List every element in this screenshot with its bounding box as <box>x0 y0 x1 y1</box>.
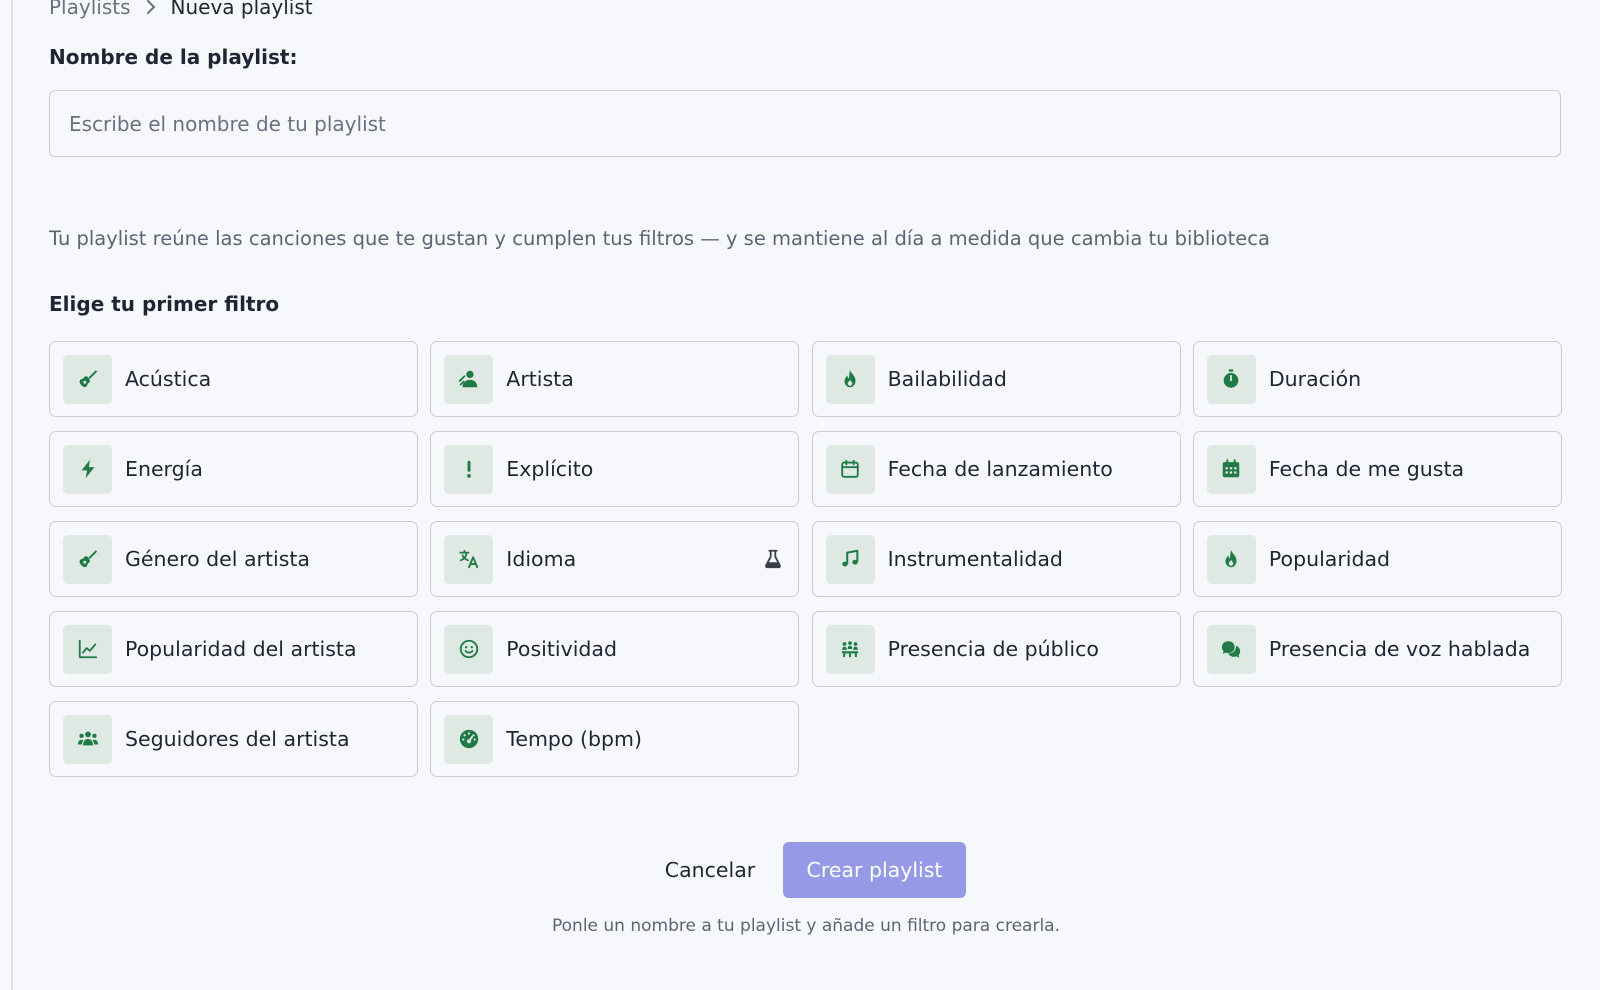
breadcrumb: Playlists Nueva playlist <box>49 0 313 21</box>
filter-option-label: Género del artista <box>125 547 310 571</box>
filter-option-bailabilidad[interactable]: Bailabilidad <box>811 341 1181 417</box>
chevron-right-icon <box>145 0 157 15</box>
stopwatch-icon <box>1206 354 1256 404</box>
filter-option-label: Popularidad <box>1268 547 1391 571</box>
filter-option-seguidores-del-artista[interactable]: Seguidores del artista <box>49 701 418 777</box>
cancel-button[interactable]: Cancelar <box>660 842 760 898</box>
guitar-icon <box>63 354 112 404</box>
speech-bubbles-icon <box>1206 624 1256 674</box>
artist-icon <box>444 354 494 404</box>
filter-option-explicito[interactable]: Explícito <box>430 431 800 507</box>
filter-option-label: Acústica <box>125 367 212 391</box>
breadcrumb-current-page: Nueva playlist <box>170 0 313 19</box>
filter-heading: Elige tu primer filtro <box>49 292 280 316</box>
filter-option-label: Artista <box>506 367 574 391</box>
filter-option-label: Instrumentalidad <box>887 547 1063 571</box>
form-actions: Cancelar Crear playlist <box>0 842 1600 898</box>
flask-icon <box>762 548 784 570</box>
filter-option-genero-del-artista[interactable]: Género del artista <box>49 521 418 597</box>
filter-option-idioma[interactable]: Idioma <box>430 521 800 597</box>
filter-option-artista[interactable]: Artista <box>430 341 800 417</box>
filter-option-duracion[interactable]: Duración <box>1192 341 1562 417</box>
filter-option-popularidad-del-artista[interactable]: Popularidad del artista <box>49 611 418 687</box>
filter-option-label: Presencia de público <box>887 637 1099 661</box>
playlist-name-label: Nombre de la playlist: <box>49 45 298 69</box>
filter-option-positividad[interactable]: Positividad <box>430 611 800 687</box>
breadcrumb-playlists-link[interactable]: Playlists <box>49 0 131 19</box>
filter-option-label: Tempo (bpm) <box>506 727 642 751</box>
filter-grid: Acústica Artista Bailabilidad Duración Energ… <box>49 341 1562 777</box>
filter-option-energia[interactable]: Energía <box>49 431 418 507</box>
smile-icon <box>444 624 494 674</box>
filter-option-fecha-de-me-gusta[interactable]: Fecha de me gusta <box>1192 431 1562 507</box>
filter-option-label: Idioma <box>506 547 577 571</box>
filter-option-instrumentalidad[interactable]: Instrumentalidad <box>811 521 1181 597</box>
filter-option-label: Fecha de lanzamiento <box>887 457 1113 481</box>
flame-icon <box>825 354 875 404</box>
filter-option-label: Duración <box>1268 367 1362 391</box>
filter-option-presencia-de-voz-hablada[interactable]: Presencia de voz hablada <box>1192 611 1562 687</box>
music-note-icon <box>825 534 875 584</box>
filter-option-label: Popularidad del artista <box>125 637 357 661</box>
audience-icon <box>825 624 875 674</box>
filter-option-label: Positividad <box>506 637 617 661</box>
playlist-name-input[interactable] <box>49 90 1561 157</box>
flame-icon <box>1206 534 1256 584</box>
bolt-icon <box>63 444 112 494</box>
translate-icon <box>444 534 494 584</box>
line-chart-icon <box>63 624 112 674</box>
filter-option-fecha-de-lanzamiento[interactable]: Fecha de lanzamiento <box>811 431 1181 507</box>
filter-option-label: Energía <box>125 457 203 481</box>
filter-option-popularidad[interactable]: Popularidad <box>1192 521 1562 597</box>
filter-option-label: Explícito <box>506 457 594 481</box>
exclamation-icon <box>444 444 494 494</box>
create-hint: Ponle un nombre a tu playlist y añade un… <box>552 916 1060 936</box>
filter-option-tempo-bpm[interactable]: Tempo (bpm) <box>430 701 800 777</box>
calendar-outline-icon <box>825 444 875 494</box>
playlist-description: Tu playlist reúne las canciones que te g… <box>49 227 1270 250</box>
users-icon <box>63 714 112 764</box>
filter-option-acustica[interactable]: Acústica <box>49 341 418 417</box>
calendar-filled-icon <box>1206 444 1256 494</box>
filter-option-label: Fecha de me gusta <box>1268 457 1465 481</box>
create-playlist-button[interactable]: Crear playlist <box>783 842 966 898</box>
filter-option-label: Seguidores del artista <box>125 727 350 751</box>
filter-option-presencia-de-publico[interactable]: Presencia de público <box>811 611 1181 687</box>
filter-option-label: Bailabilidad <box>887 367 1007 391</box>
gauge-icon <box>444 714 494 764</box>
filter-option-label: Presencia de voz hablada <box>1268 637 1531 661</box>
guitar-icon <box>63 534 112 584</box>
